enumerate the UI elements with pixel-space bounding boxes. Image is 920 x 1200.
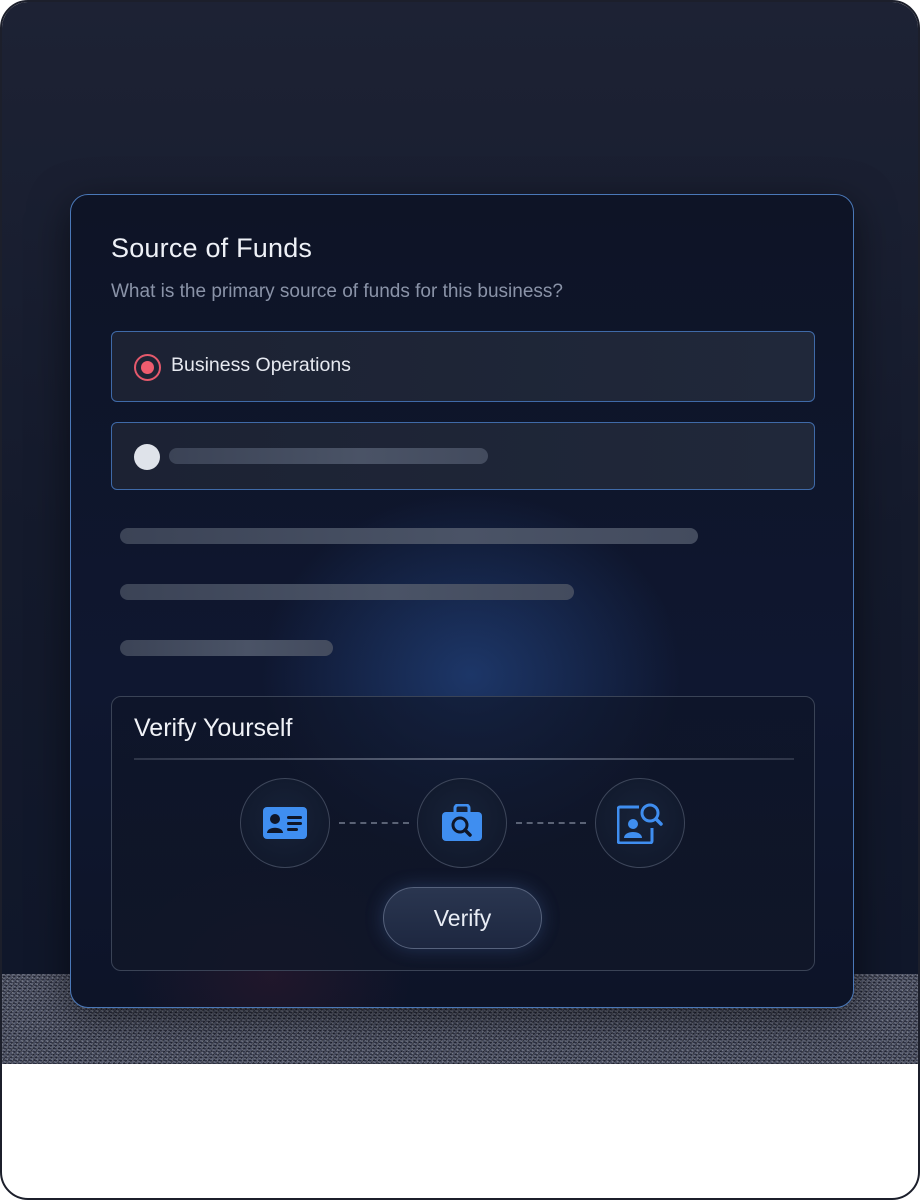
card-title: Source of Funds [111,233,313,263]
step-connector [516,822,586,824]
card-subtitle: What is the primary source of funds for … [111,281,563,302]
profile-search-icon [617,803,663,844]
skeleton-line [120,528,698,544]
step-id-card [240,778,330,868]
step-connector [339,822,409,824]
verify-yourself-panel: Verify Yourself Verify [111,696,815,971]
option-label: Business Operations [171,354,351,376]
skeleton-option-label [169,448,488,464]
step-document-check [417,778,507,868]
divider [134,758,794,760]
verify-title: Verify Yourself [134,714,293,742]
step-profile-check [595,778,685,868]
skeleton-line [120,584,574,600]
screenshot-frame: Source of Funds What is the primary sour… [0,0,920,1200]
source-of-funds-card: Source of Funds What is the primary sour… [70,194,854,1008]
option-business-operations[interactable]: Business Operations [111,331,815,402]
id-card-icon [263,807,307,839]
verify-button[interactable]: Verify [383,887,542,949]
radio-selected[interactable] [134,354,161,381]
radio-dot [141,361,154,374]
radio-unselected[interactable] [134,444,160,470]
option-placeholder[interactable] [111,422,815,490]
briefcase-search-icon [442,804,482,841]
skeleton-line [120,640,333,656]
